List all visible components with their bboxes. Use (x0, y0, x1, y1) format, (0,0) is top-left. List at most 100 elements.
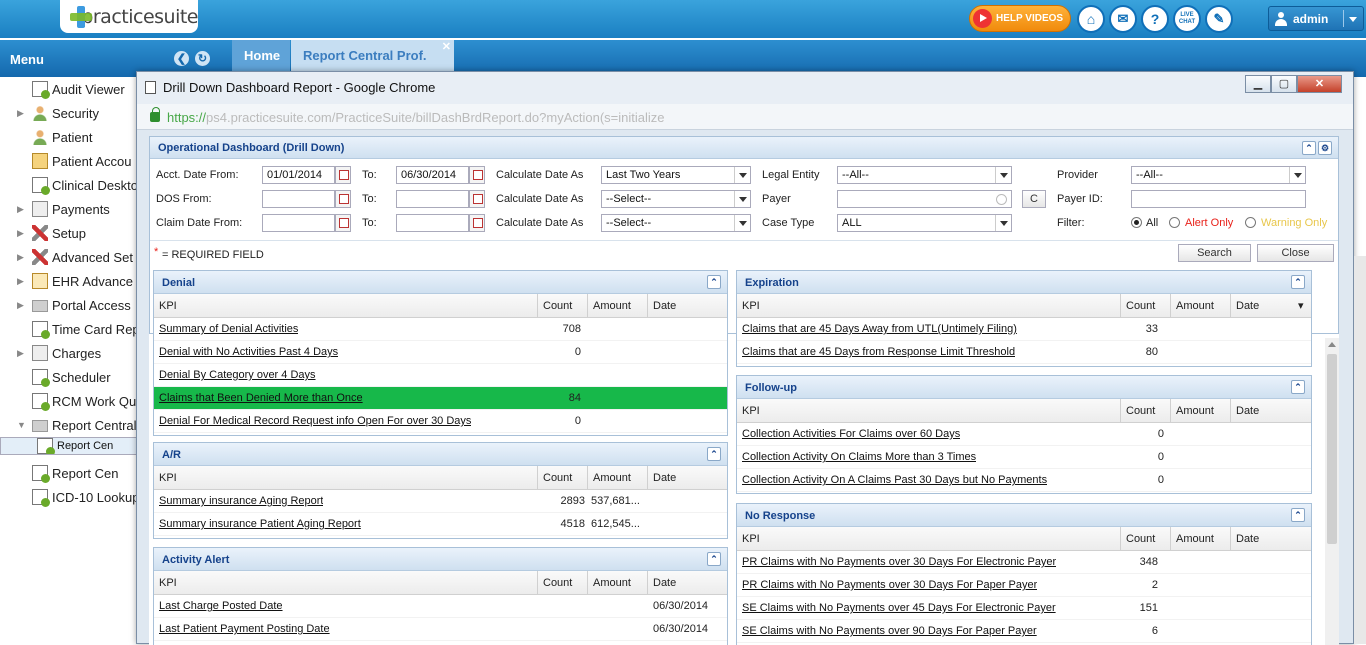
expand-arrow-icon[interactable]: ▶ (17, 300, 27, 311)
filter-alert-radio[interactable] (1169, 217, 1180, 228)
col-kpi[interactable]: KPI (737, 527, 1120, 551)
collapse-icon[interactable]: ⌃ (707, 447, 721, 461)
col-amount[interactable]: Amount (1170, 399, 1230, 423)
expand-arrow-icon[interactable]: ▶ (17, 252, 27, 263)
acct-date-from-input[interactable]: 01/01/2014 (262, 166, 335, 184)
col-amount[interactable]: Amount (1170, 527, 1230, 551)
kpi-link[interactable]: Claims that are 45 Days Away from UTL(Un… (742, 318, 1017, 341)
calendar-icon[interactable] (335, 214, 351, 232)
col-count[interactable]: Count (1120, 527, 1170, 551)
acct-date-to-input[interactable]: 06/30/2014 (396, 166, 469, 184)
practicesuite-logo[interactable]: practicesuite (60, 0, 198, 33)
claim-date-from-input[interactable] (262, 214, 335, 232)
kpi-link[interactable]: Denial with No Activities Past 4 Days (159, 341, 338, 364)
expand-arrow-icon[interactable]: ▶ (17, 276, 27, 287)
address-bar[interactable]: https://ps4.practicesuite.com/PracticeSu… (137, 104, 1353, 130)
collapse-icon[interactable]: ⌃ (1302, 141, 1316, 155)
col-kpi[interactable]: KPI (154, 571, 537, 595)
expand-arrow-icon[interactable]: ▶ (17, 228, 27, 239)
calendar-icon[interactable] (469, 214, 485, 232)
provider-select[interactable]: --All-- (1131, 166, 1306, 184)
col-kpi[interactable]: KPI (737, 294, 1120, 318)
col-date[interactable]: Date (1230, 527, 1311, 551)
calendar-icon[interactable] (469, 190, 485, 208)
col-count[interactable]: Count (537, 466, 587, 490)
expand-arrow-icon[interactable]: ▶ (17, 108, 27, 119)
scrollbar-thumb[interactable] (1327, 354, 1337, 544)
col-kpi[interactable]: KPI (737, 399, 1120, 423)
calc-date-as-select-2[interactable]: --Select-- (601, 190, 751, 208)
collapse-icon[interactable]: ⌃ (707, 275, 721, 289)
kpi-link[interactable]: Summary insurance Patient Aging Report (159, 513, 361, 536)
payer-clear-button[interactable]: C (1022, 190, 1046, 208)
kpi-link[interactable]: PR Claims with No Payments over 30 Days … (742, 574, 1037, 597)
tab-report-central[interactable]: Report Central Prof. ✕ (291, 40, 454, 71)
column-menu-icon[interactable]: ▾ (1295, 294, 1311, 318)
mail-icon[interactable]: ✉ (1109, 5, 1137, 33)
filter-all-radio[interactable] (1131, 217, 1142, 228)
calc-date-as-select-3[interactable]: --Select-- (601, 214, 751, 232)
col-count[interactable]: Count (537, 294, 587, 318)
col-kpi[interactable]: KPI (154, 294, 537, 318)
case-type-select[interactable]: ALL (837, 214, 1012, 232)
user-menu-button[interactable]: admin (1268, 6, 1364, 31)
search-button[interactable]: Search (1178, 244, 1251, 262)
home-icon[interactable]: ⌂ (1077, 5, 1105, 33)
close-button[interactable]: Close (1257, 244, 1334, 262)
col-date[interactable]: Date (1230, 399, 1311, 423)
help-videos-button[interactable]: HELP VIDEOS (969, 5, 1071, 32)
kpi-link[interactable]: Denial For Medical Record Request info O… (159, 410, 471, 433)
col-amount[interactable]: Amount (587, 466, 647, 490)
collapse-icon[interactable]: ⌃ (1291, 508, 1305, 522)
tab-home[interactable]: Home (232, 40, 290, 71)
col-amount[interactable]: Amount (587, 294, 647, 318)
col-kpi[interactable]: KPI (154, 466, 537, 490)
kpi-link[interactable]: Collection Activity On Claims More than … (742, 446, 976, 469)
collapse-arrow-icon[interactable]: ▼ (17, 420, 27, 430)
calendar-icon[interactable] (469, 166, 485, 184)
col-amount[interactable]: Amount (587, 571, 647, 595)
expand-arrow-icon[interactable]: ▶ (17, 348, 27, 359)
kpi-link[interactable]: Claims that are 45 Days from Response Li… (742, 341, 1015, 364)
gear-icon[interactable]: ⚙ (1318, 141, 1332, 155)
collapse-icon[interactable]: ⌃ (1291, 275, 1305, 289)
dashboard-scrollbar[interactable] (1325, 338, 1339, 645)
col-count[interactable]: Count (537, 571, 587, 595)
legal-entity-select[interactable]: --All-- (837, 166, 1012, 184)
payer-input[interactable] (837, 190, 1012, 208)
maximize-button[interactable]: ▢ (1271, 75, 1297, 93)
kpi-link[interactable]: SE Claims with No Payments over 90 Days … (742, 620, 1037, 643)
kpi-link[interactable]: Last Charge Posted Date (159, 595, 283, 618)
calendar-icon[interactable] (335, 166, 351, 184)
col-amount[interactable]: Amount (1170, 294, 1230, 318)
page-scrollbar[interactable] (1354, 256, 1366, 644)
col-date[interactable]: Date (647, 294, 727, 318)
close-tab-icon[interactable]: ✕ (442, 40, 451, 53)
expand-arrow-icon[interactable]: ▶ (17, 204, 27, 215)
minimize-button[interactable]: ▁ (1245, 75, 1271, 93)
scroll-up-icon[interactable] (1328, 342, 1336, 347)
kpi-link[interactable]: Summary of Denial Activities (159, 318, 298, 341)
calc-date-as-select-1[interactable]: Last Two Years (601, 166, 751, 184)
collapse-icon[interactable]: ⌃ (1291, 380, 1305, 394)
help-icon[interactable]: ? (1141, 5, 1169, 33)
payer-id-input[interactable] (1131, 190, 1306, 208)
dos-from-input[interactable] (262, 190, 335, 208)
kpi-link[interactable]: SE Claims with No Payments over 45 Days … (742, 597, 1056, 620)
col-count[interactable]: Count (1120, 294, 1170, 318)
dos-to-input[interactable] (396, 190, 469, 208)
kpi-link[interactable]: Collection Activity On A Claims Past 30 … (742, 469, 1047, 492)
col-date[interactable]: Date (647, 571, 727, 595)
refresh-icon[interactable]: ↻ (195, 51, 210, 66)
calendar-icon[interactable] (335, 190, 351, 208)
col-count[interactable]: Count (1120, 399, 1170, 423)
notepad-icon[interactable]: ✎ (1205, 5, 1233, 33)
kpi-link[interactable]: PR Claims with No Payments over 30 Days … (742, 551, 1056, 574)
payer-lookup-icon[interactable] (996, 194, 1007, 205)
live-chat-icon[interactable]: LIVE CHAT (1173, 5, 1201, 33)
filter-warning-radio[interactable] (1245, 217, 1256, 228)
collapse-icon[interactable]: ⌃ (707, 552, 721, 566)
kpi-link[interactable]: Summary insurance Aging Report (159, 490, 323, 513)
kpi-link[interactable]: Claims that Been Denied More than Once (159, 387, 363, 410)
kpi-link[interactable]: Denial By Category over 4 Days (159, 364, 316, 387)
